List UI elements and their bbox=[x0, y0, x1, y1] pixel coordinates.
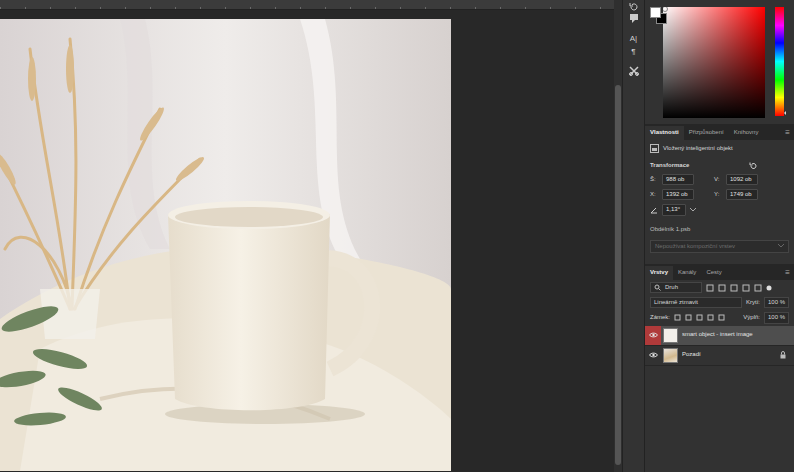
foreground-swatch[interactable] bbox=[650, 7, 661, 18]
hue-slider[interactable] bbox=[774, 7, 786, 118]
field-input[interactable]: 1392 ob bbox=[662, 189, 694, 200]
scrollbar[interactable] bbox=[614, 0, 622, 472]
section-title: Transformace bbox=[650, 162, 689, 169]
transform-row: X: 1392 ob Y: 1749 ob bbox=[650, 189, 789, 200]
ruler bbox=[0, 0, 614, 10]
layer-thumbnail bbox=[663, 328, 678, 343]
filter-toggle-icon[interactable] bbox=[766, 285, 772, 291]
blend-mode-dropdown[interactable]: Lineárně ztmavit bbox=[650, 297, 742, 308]
panel-tab[interactable]: Cesty bbox=[701, 266, 726, 279]
panel-menu-icon[interactable]: ≡ bbox=[785, 128, 790, 138]
lock-position-icon[interactable] bbox=[696, 314, 703, 321]
reset-icon[interactable] bbox=[749, 162, 757, 170]
character-panel-icon[interactable]: A| bbox=[622, 32, 645, 45]
lock-pixels-icon[interactable] bbox=[685, 314, 692, 321]
lock-artboard-icon[interactable] bbox=[707, 314, 714, 321]
transform-header: Transformace bbox=[650, 162, 789, 170]
scroll-thumb[interactable] bbox=[615, 85, 621, 465]
transform-field: Š: 988 ob bbox=[650, 174, 706, 185]
canvas-area bbox=[0, 10, 451, 472]
fill-input[interactable]: 100 % bbox=[764, 312, 789, 323]
panel-tab[interactable]: Přizpůsobení bbox=[684, 126, 729, 139]
lock-label: Zámek: bbox=[650, 314, 670, 321]
field-input[interactable]: 1749 ob bbox=[726, 189, 758, 200]
color-swatches bbox=[650, 7, 659, 27]
field-label: X: bbox=[650, 191, 658, 198]
select-value: Nepoužívat kompoziční vrstev bbox=[655, 243, 735, 250]
panel-menu-icon[interactable]: ≡ bbox=[785, 268, 790, 278]
document-area bbox=[0, 0, 614, 472]
filter-row: Druh bbox=[645, 280, 794, 295]
transform-field: Y: 1749 ob bbox=[714, 189, 770, 200]
layer-row[interactable]: Pozadí bbox=[645, 346, 794, 366]
tools-icon[interactable] bbox=[629, 66, 639, 76]
workspace bbox=[451, 10, 614, 472]
linked-file: Obdélník 1.psb bbox=[650, 226, 789, 233]
history-icon[interactable] bbox=[629, 2, 639, 12]
field-input[interactable]: 1092 ob bbox=[726, 174, 758, 185]
layer-name: Pozadí bbox=[682, 351, 780, 358]
object-type: Vložený inteligentní objekt bbox=[663, 145, 733, 152]
panel-tabs: VrstvyKanályCesty ≡ bbox=[645, 266, 794, 280]
mockup-photo bbox=[0, 19, 451, 471]
field-label: Y: bbox=[714, 191, 722, 198]
visibility-eye-icon[interactable] bbox=[645, 346, 661, 365]
panel-icons: A|¶ bbox=[622, 0, 645, 472]
lock-row: Zámek: Výplň: 100 % bbox=[645, 310, 794, 325]
layer-comp-select: Nepoužívat kompoziční vrstev bbox=[650, 240, 789, 253]
panel-tab[interactable]: Vrstvy bbox=[645, 266, 673, 279]
panel-tab[interactable]: Vlastnosti bbox=[645, 126, 684, 139]
field-label: Š: bbox=[650, 176, 658, 183]
lock-all-icon[interactable] bbox=[718, 314, 725, 321]
pixel-filter-icon[interactable] bbox=[706, 284, 714, 292]
layer-thumbnail bbox=[663, 348, 678, 363]
angle-input[interactable]: 1,13° bbox=[662, 204, 686, 215]
properties-panel: VlastnostiPřizpůsobeníKnihovny ≡ Vložený i… bbox=[645, 126, 794, 266]
angle-dropdown-icon[interactable] bbox=[690, 206, 696, 213]
color-panel bbox=[645, 0, 794, 126]
type-filter-icon[interactable] bbox=[730, 284, 738, 292]
visibility-eye-icon[interactable] bbox=[645, 326, 661, 345]
layer-name: smart object - insert image bbox=[682, 331, 786, 338]
angle-icon bbox=[650, 206, 658, 214]
adjustment-filter-icon[interactable] bbox=[718, 284, 726, 292]
panel-tabs: VlastnostiPřizpůsobeníKnihovny ≡ bbox=[645, 126, 794, 140]
smart-object-icon bbox=[650, 144, 659, 153]
filter-dropdown[interactable]: Druh bbox=[650, 282, 702, 293]
opacity-input[interactable]: 100 % bbox=[764, 297, 789, 308]
search-icon bbox=[654, 284, 661, 291]
properties-body: Vložený inteligentní objekt Transformace Š… bbox=[645, 140, 794, 257]
shape-filter-icon[interactable] bbox=[742, 284, 750, 292]
field-input[interactable]: 988 ob bbox=[662, 174, 694, 185]
object-type-row: Vložený inteligentní objekt bbox=[650, 144, 789, 153]
photoshop-window: A|¶ VlastnostiPřizpůsobeníKnihovny ≡ Vlože… bbox=[0, 0, 794, 472]
transform-field: X: 1392 ob bbox=[650, 189, 706, 200]
select-arrow-icon bbox=[778, 243, 784, 250]
panels: VlastnostiPřizpůsobeníKnihovny ≡ Vložený i… bbox=[645, 0, 794, 472]
comments-icon[interactable] bbox=[629, 12, 639, 24]
angle-row: 1,13° bbox=[650, 204, 789, 215]
layers-panel: VrstvyKanályCesty ≡ Druh Lineárně ztmavit Kr… bbox=[645, 266, 794, 472]
lock-icon bbox=[780, 351, 786, 359]
field-label: V: bbox=[714, 176, 722, 183]
transform-field: V: 1092 ob bbox=[714, 174, 770, 185]
color-field[interactable] bbox=[663, 7, 765, 118]
fill-label: Výplň: bbox=[743, 314, 760, 321]
paragraph-panel-icon[interactable]: ¶ bbox=[622, 45, 645, 58]
transform-row: Š: 988 ob V: 1092 ob bbox=[650, 174, 789, 185]
layer-row[interactable]: smart object - insert image bbox=[645, 326, 794, 346]
panel-tab[interactable]: Knihovny bbox=[729, 126, 764, 139]
filter-value: Druh bbox=[665, 284, 678, 291]
opacity-label: Krytí: bbox=[746, 299, 760, 306]
panel-tab[interactable]: Kanály bbox=[673, 266, 701, 279]
smart-filter-icon[interactable] bbox=[754, 284, 762, 292]
blend-row: Lineárně ztmavit Krytí: 100 % bbox=[645, 295, 794, 310]
lock-transparency-icon[interactable] bbox=[674, 314, 681, 321]
